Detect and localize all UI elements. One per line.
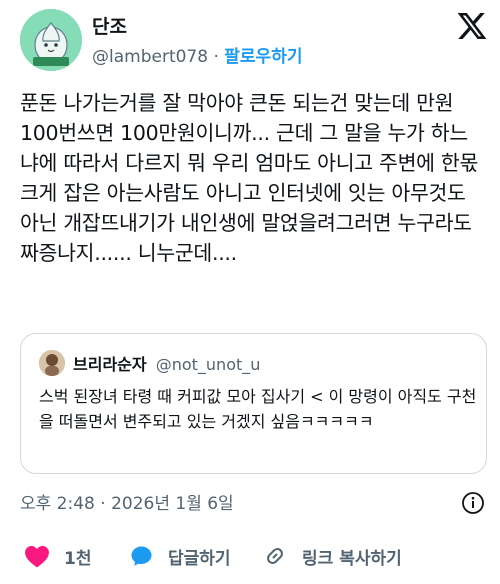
quoted-author-avatar: [39, 350, 65, 376]
tweet-text: 푼돈 나가는거를 잘 막아야 큰돈 되는건 맞는데 만원 100번쓰면 100만…: [20, 91, 479, 265]
avatar-character-image: [20, 9, 82, 71]
reply-button[interactable]: 답글하기: [129, 538, 231, 574]
x-logo-icon[interactable]: [456, 10, 488, 42]
quoted-author-handle: @not_unot_u: [155, 355, 261, 374]
handle-separator: ·: [213, 47, 219, 67]
tweet-timestamp[interactable]: 오후 2:48 · 2026년 1월 6일: [20, 489, 234, 514]
like-button[interactable]: 1천: [24, 538, 91, 574]
author-avatar[interactable]: [20, 9, 82, 71]
quoted-tweet-card[interactable]: 브리라순자 @not_unot_u 스벅 된장녀 타령 때 커피값 모아 집사기…: [20, 333, 487, 474]
info-icon[interactable]: [461, 491, 485, 515]
link-icon: [267, 548, 283, 564]
copy-link-button[interactable]: 링크 복사하기: [262, 538, 402, 574]
quoted-avatar-image: [39, 350, 65, 376]
action-bar: 1천 답글하기 링크 복사하기: [0, 538, 500, 578]
reply-bubble-icon: [131, 546, 152, 566]
author-handle-row: @lambert078 · 팔로우하기: [92, 42, 302, 67]
author-handle[interactable]: @lambert078: [92, 47, 208, 67]
copy-link-label: 링크 복사하기: [302, 548, 402, 569]
quoted-author-header: 브리라순자 @not_unot_u: [73, 351, 260, 375]
quoted-tweet-text: 스벅 된장녀 타령 때 커피값 모아 집사기 < 이 망령이 아직도 구천을 떠…: [39, 387, 477, 431]
like-count: 1천: [64, 548, 92, 569]
quoted-author-name: 브리라순자: [73, 355, 147, 374]
follow-button[interactable]: 팔로우하기: [224, 47, 302, 67]
author-name[interactable]: 단조: [92, 12, 127, 39]
heart-icon: [25, 546, 49, 568]
reply-label: 답글하기: [168, 548, 231, 569]
